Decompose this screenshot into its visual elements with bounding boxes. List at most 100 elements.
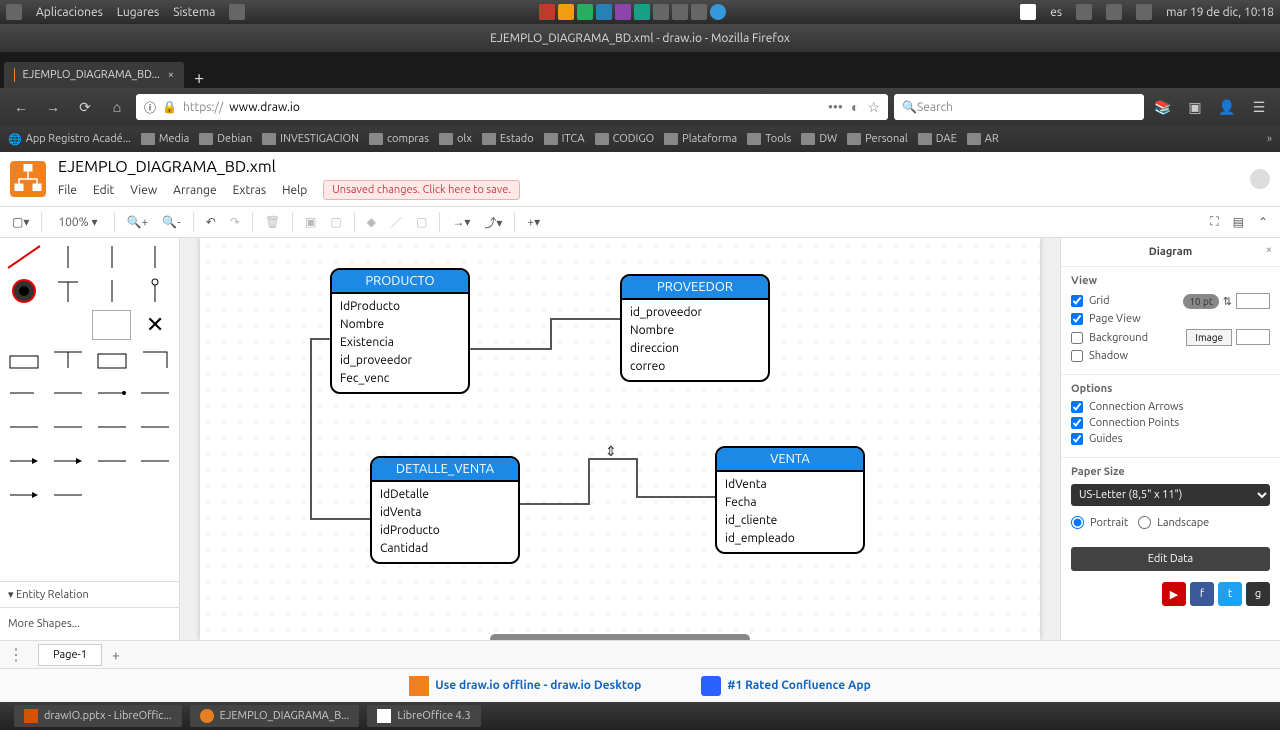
canvas[interactable]: ⇕ PRODUCTO IdProducto Nombre Existencia … xyxy=(200,238,1040,640)
grid-value[interactable]: 10 pt xyxy=(1183,294,1218,309)
menu-arrange[interactable]: Arrange xyxy=(173,184,216,197)
entity-header[interactable]: PRODUCTO xyxy=(332,270,468,294)
url-bar[interactable]: ⓘ 🔒 https://www.draw.io ••• ◐ ☆ xyxy=(136,94,888,120)
bookmark-star-icon[interactable]: ☆ xyxy=(867,99,880,116)
bookmarks-overflow-icon[interactable]: » xyxy=(1267,133,1272,145)
field[interactable]: Cantidad xyxy=(380,540,510,558)
os-places[interactable]: Lugares xyxy=(117,6,159,19)
bookmark[interactable]: Tools xyxy=(747,133,791,145)
view-button[interactable]: ▢▾ xyxy=(10,213,31,231)
tray-icon[interactable] xyxy=(577,4,593,20)
shape[interactable] xyxy=(48,378,88,408)
shape[interactable] xyxy=(48,480,88,510)
zoom-out-icon[interactable]: 🔍- xyxy=(160,213,182,231)
conn-arrows-checkbox[interactable]: Connection Arrows xyxy=(1071,401,1270,413)
document-title[interactable]: EJEMPLO_DIAGRAMA_BD.xml xyxy=(58,158,520,176)
undo-button[interactable]: ↶ xyxy=(204,213,218,231)
menu-help[interactable]: Help xyxy=(282,184,307,197)
entity-detalle-venta[interactable]: DETALLE_VENTA IdDetalle idVenta idProduc… xyxy=(370,456,520,564)
shape[interactable] xyxy=(135,378,175,408)
format-icon[interactable]: ▤ xyxy=(1231,213,1246,231)
tray-icon[interactable] xyxy=(596,4,612,20)
shape[interactable] xyxy=(92,344,132,374)
connector[interactable] xyxy=(520,503,590,505)
shape[interactable] xyxy=(135,242,175,272)
tray-icon[interactable] xyxy=(672,4,688,20)
shape[interactable] xyxy=(4,310,44,340)
browser-tab[interactable]: EJEMPLO_DIAGRAMA_BD... × xyxy=(4,62,184,88)
back-button[interactable]: ← xyxy=(8,94,34,120)
twitter-icon[interactable]: t xyxy=(1218,582,1242,606)
guides-checkbox[interactable]: Guides xyxy=(1071,433,1270,445)
shape[interactable] xyxy=(92,378,132,408)
taskbar-item[interactable]: EJEMPLO_DIAGRAMA_B... xyxy=(190,705,360,727)
connector[interactable] xyxy=(636,458,638,498)
portrait-radio[interactable]: Portrait xyxy=(1071,516,1128,529)
search-bar[interactable]: 🔍 Search xyxy=(894,94,1144,120)
shape[interactable] xyxy=(135,344,175,374)
fill-button[interactable]: ◆ xyxy=(365,213,378,231)
shadow-checkbox[interactable]: Shadow xyxy=(1071,350,1270,362)
add-page-button[interactable]: + xyxy=(102,643,130,667)
volume-icon[interactable] xyxy=(1076,4,1092,20)
tray-icon[interactable] xyxy=(558,4,574,20)
bookmark[interactable]: Personal xyxy=(847,133,908,145)
tray-icon[interactable] xyxy=(539,4,555,20)
shape[interactable] xyxy=(4,344,44,374)
bookmark[interactable]: DAE xyxy=(918,133,957,145)
ie-icon[interactable] xyxy=(710,4,726,20)
facebook-icon[interactable]: f xyxy=(1190,582,1214,606)
shape[interactable] xyxy=(48,276,88,306)
entity-proveedor[interactable]: PROVEEDOR id_proveedor Nombre direccion … xyxy=(620,274,770,382)
youtube-icon[interactable]: ▶ xyxy=(1162,582,1186,606)
unsaved-warning[interactable]: Unsaved changes. Click here to save. xyxy=(323,180,520,200)
shape-x[interactable]: ✕ xyxy=(135,310,175,340)
landscape-radio[interactable]: Landscape xyxy=(1138,516,1209,529)
entity-body[interactable]: IdProducto Nombre Existencia id_proveedo… xyxy=(332,294,468,392)
menu-extras[interactable]: Extras xyxy=(233,184,267,197)
sidebar-icon[interactable]: ▣ xyxy=(1182,94,1208,120)
entity-header[interactable]: VENTA xyxy=(717,448,863,472)
grid-checkbox[interactable]: Grid 10 pt⇅ xyxy=(1071,293,1270,309)
bookmark[interactable]: compras xyxy=(369,133,429,145)
language-icon[interactable] xyxy=(1250,169,1270,189)
background-checkbox[interactable]: Background Image xyxy=(1071,329,1270,346)
zoom-dropdown[interactable]: 100% ▾ xyxy=(52,213,103,231)
shape[interactable] xyxy=(92,446,132,476)
toback-button[interactable]: ▢ xyxy=(328,213,343,231)
tray-icon[interactable] xyxy=(691,4,707,20)
tray-icon[interactable] xyxy=(615,4,631,20)
home-button[interactable]: ⌂ xyxy=(104,94,130,120)
add-button[interactable]: +▾ xyxy=(525,213,542,231)
connector[interactable] xyxy=(636,496,716,498)
tofront-button[interactable]: ▣ xyxy=(303,213,318,231)
connector[interactable] xyxy=(550,318,552,350)
shape[interactable] xyxy=(92,242,132,272)
menu-view[interactable]: View xyxy=(130,184,157,197)
pages-menu-icon[interactable]: ⋮ xyxy=(0,645,32,664)
entity-header[interactable]: PROVEEDOR xyxy=(622,276,768,300)
field[interactable]: idProducto xyxy=(380,522,510,540)
taskbar-item[interactable]: drawIO.pptx - LibreOffic... xyxy=(14,705,182,727)
grid-color[interactable] xyxy=(1236,293,1270,309)
shape[interactable] xyxy=(135,446,175,476)
shape-rect[interactable] xyxy=(92,310,132,340)
github-icon[interactable]: g xyxy=(1246,582,1270,606)
delete-button[interactable]: 🗑 xyxy=(263,213,282,231)
shape[interactable] xyxy=(135,412,175,442)
shape-selected[interactable] xyxy=(12,279,36,303)
promo-desktop[interactable]: Use draw.io offline - draw.io Desktop xyxy=(409,676,641,696)
shape[interactable] xyxy=(48,242,88,272)
tray-icon[interactable] xyxy=(634,4,650,20)
shape-arrow[interactable] xyxy=(4,446,44,476)
bg-color[interactable] xyxy=(1236,329,1270,345)
bookmark[interactable]: ITCA xyxy=(544,133,585,145)
entity-venta[interactable]: VENTA IdVenta Fecha id_cliente id_emplea… xyxy=(715,446,865,554)
connector[interactable] xyxy=(588,458,590,505)
entity-producto[interactable]: PRODUCTO IdProducto Nombre Existencia id… xyxy=(330,268,470,394)
field[interactable]: correo xyxy=(630,358,760,376)
shape[interactable] xyxy=(4,242,44,272)
redo-button[interactable]: ↷ xyxy=(228,213,242,231)
paper-size-select[interactable]: US-Letter (8,5" x 11") xyxy=(1071,484,1270,506)
os-system[interactable]: Sistema xyxy=(173,6,215,19)
